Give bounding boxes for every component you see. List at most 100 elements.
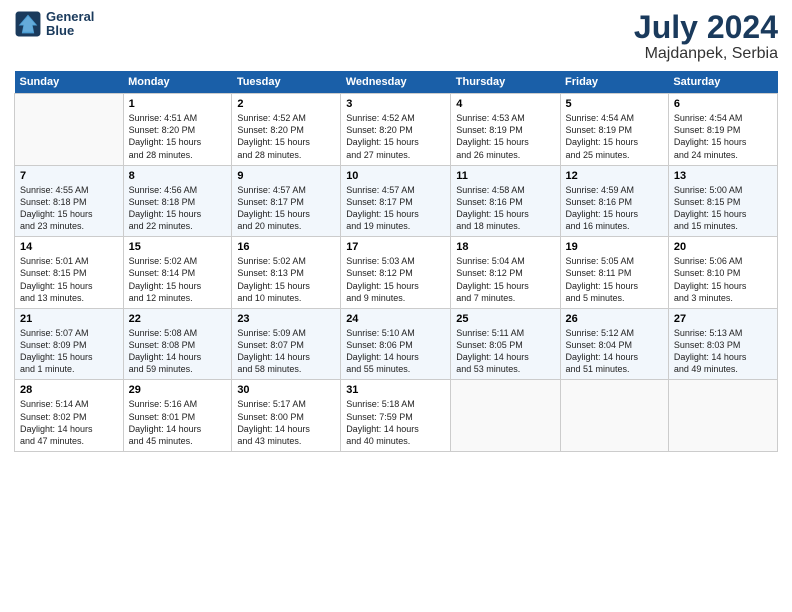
day-number: 26 [566,313,663,325]
day-number: 18 [456,241,554,253]
day-info: Sunrise: 5:13 AM Sunset: 8:03 PM Dayligh… [674,327,772,376]
day-number: 1 [129,98,227,110]
calendar-cell: 16 Sunrise: 5:02 AM Sunset: 8:13 PM Dayli… [232,237,341,309]
calendar-cell: 24 Sunrise: 5:10 AM Sunset: 8:06 PM Dayli… [341,308,451,380]
day-info: Sunrise: 5:09 AM Sunset: 8:07 PM Dayligh… [237,327,335,376]
calendar-cell: 4Sunrise: 4:53 AM Sunset: 8:19 PM Daylig… [451,94,560,166]
weekday-header-monday: Monday [123,71,232,94]
day-number: 30 [237,384,335,396]
day-number: 27 [674,313,772,325]
day-info: Sunrise: 5:07 AM Sunset: 8:09 PM Dayligh… [20,327,118,376]
weekday-header-saturday: Saturday [668,71,777,94]
calendar-week-1: 1 Sunrise: 4:51 AM Sunset: 8:20 PM Daylig… [15,94,778,166]
day-number: 6 [674,98,772,110]
day-number: 10 [346,170,445,182]
calendar-cell: 3 Sunrise: 4:52 AM Sunset: 8:20 PM Daylig… [341,94,451,166]
day-info: Sunrise: 5:11 AM Sunset: 8:05 PM Dayligh… [456,327,554,376]
calendar-cell: 30 Sunrise: 5:17 AM Sunset: 8:00 PM Dayli… [232,380,341,452]
day-number: 17 [346,241,445,253]
weekday-header-wednesday: Wednesday [341,71,451,94]
day-number: 21 [20,313,118,325]
day-number: 5 [566,98,663,110]
calendar-cell: 11Sunrise: 4:58 AM Sunset: 8:16 PM Dayli… [451,165,560,237]
calendar-cell: 7 Sunrise: 4:55 AM Sunset: 8:18 PM Daylig… [15,165,124,237]
day-info: Sunrise: 5:02 AM Sunset: 8:13 PM Dayligh… [237,255,335,304]
day-info: Sunrise: 4:55 AM Sunset: 8:18 PM Dayligh… [20,184,118,233]
calendar-week-2: 7 Sunrise: 4:55 AM Sunset: 8:18 PM Daylig… [15,165,778,237]
day-number: 15 [129,241,227,253]
day-number: 24 [346,313,445,325]
day-info: Sunrise: 5:04 AM Sunset: 8:12 PM Dayligh… [456,255,554,304]
calendar-cell: 20 Sunrise: 5:06 AM Sunset: 8:10 PM Dayli… [668,237,777,309]
calendar-cell: 5 Sunrise: 4:54 AM Sunset: 8:19 PM Daylig… [560,94,668,166]
weekday-header-sunday: Sunday [15,71,124,94]
day-info: Sunrise: 5:00 AM Sunset: 8:15 PM Dayligh… [674,184,772,233]
day-info: Sunrise: 4:52 AM Sunset: 8:20 PM Dayligh… [237,112,335,161]
calendar-cell: 19 Sunrise: 5:05 AM Sunset: 8:11 PM Dayli… [560,237,668,309]
day-info: Sunrise: 5:03 AM Sunset: 8:12 PM Dayligh… [346,255,445,304]
day-number: 7 [20,170,118,182]
day-number: 19 [566,241,663,253]
weekday-header-tuesday: Tuesday [232,71,341,94]
day-number: 31 [346,384,445,396]
calendar-cell: 1 Sunrise: 4:51 AM Sunset: 8:20 PM Daylig… [123,94,232,166]
logo: General Blue [14,10,94,39]
calendar-cell: 29 Sunrise: 5:16 AM Sunset: 8:01 PM Dayli… [123,380,232,452]
day-info: Sunrise: 5:10 AM Sunset: 8:06 PM Dayligh… [346,327,445,376]
day-info: Sunrise: 5:01 AM Sunset: 8:15 PM Dayligh… [20,255,118,304]
day-number: 16 [237,241,335,253]
calendar-cell: 6 Sunrise: 4:54 AM Sunset: 8:19 PM Daylig… [668,94,777,166]
calendar-cell [15,94,124,166]
day-info: Sunrise: 4:57 AM Sunset: 8:17 PM Dayligh… [346,184,445,233]
day-number: 11 [456,170,554,182]
day-number: 29 [129,384,227,396]
calendar-cell: 15 Sunrise: 5:02 AM Sunset: 8:14 PM Dayli… [123,237,232,309]
calendar-cell: 28Sunrise: 5:14 AM Sunset: 8:02 PM Dayli… [15,380,124,452]
day-number: 9 [237,170,335,182]
weekday-header-thursday: Thursday [451,71,560,94]
day-number: 22 [129,313,227,325]
day-info: Sunrise: 5:08 AM Sunset: 8:08 PM Dayligh… [129,327,227,376]
day-number: 2 [237,98,335,110]
day-info: Sunrise: 4:56 AM Sunset: 8:18 PM Dayligh… [129,184,227,233]
day-info: Sunrise: 5:14 AM Sunset: 8:02 PM Dayligh… [20,398,118,447]
calendar-table: SundayMondayTuesdayWednesdayThursdayFrid… [14,71,778,452]
day-number: 3 [346,98,445,110]
calendar-cell: 13 Sunrise: 5:00 AM Sunset: 8:15 PM Dayli… [668,165,777,237]
calendar-cell: 25 Sunrise: 5:11 AM Sunset: 8:05 PM Dayli… [451,308,560,380]
calendar-cell [451,380,560,452]
calendar-cell: 21 Sunrise: 5:07 AM Sunset: 8:09 PM Dayli… [15,308,124,380]
calendar-week-5: 28Sunrise: 5:14 AM Sunset: 8:02 PM Dayli… [15,380,778,452]
day-info: Sunrise: 4:57 AM Sunset: 8:17 PM Dayligh… [237,184,335,233]
title-block: July 2024 Majdanpek, Serbia [634,10,778,63]
calendar-cell: 8 Sunrise: 4:56 AM Sunset: 8:18 PM Daylig… [123,165,232,237]
day-number: 13 [674,170,772,182]
calendar-cell: 17 Sunrise: 5:03 AM Sunset: 8:12 PM Dayli… [341,237,451,309]
calendar-week-3: 14Sunrise: 5:01 AM Sunset: 8:15 PM Dayli… [15,237,778,309]
weekday-header-friday: Friday [560,71,668,94]
logo-icon [14,10,42,38]
day-number: 25 [456,313,554,325]
day-info: Sunrise: 5:05 AM Sunset: 8:11 PM Dayligh… [566,255,663,304]
calendar-week-4: 21 Sunrise: 5:07 AM Sunset: 8:09 PM Dayli… [15,308,778,380]
day-info: Sunrise: 5:06 AM Sunset: 8:10 PM Dayligh… [674,255,772,304]
day-info: Sunrise: 5:12 AM Sunset: 8:04 PM Dayligh… [566,327,663,376]
day-info: Sunrise: 5:16 AM Sunset: 8:01 PM Dayligh… [129,398,227,447]
day-info: Sunrise: 4:51 AM Sunset: 8:20 PM Dayligh… [129,112,227,161]
day-info: Sunrise: 4:52 AM Sunset: 8:20 PM Dayligh… [346,112,445,161]
calendar-cell: 31Sunrise: 5:18 AM Sunset: 7:59 PM Dayli… [341,380,451,452]
calendar-cell: 22 Sunrise: 5:08 AM Sunset: 8:08 PM Dayli… [123,308,232,380]
day-number: 20 [674,241,772,253]
day-info: Sunrise: 4:54 AM Sunset: 8:19 PM Dayligh… [566,112,663,161]
calendar-cell: 23Sunrise: 5:09 AM Sunset: 8:07 PM Dayli… [232,308,341,380]
day-info: Sunrise: 4:59 AM Sunset: 8:16 PM Dayligh… [566,184,663,233]
calendar-cell [560,380,668,452]
calendar-cell: 10 Sunrise: 4:57 AM Sunset: 8:17 PM Dayli… [341,165,451,237]
day-number: 8 [129,170,227,182]
calendar-cell [668,380,777,452]
calendar-cell: 27 Sunrise: 5:13 AM Sunset: 8:03 PM Dayli… [668,308,777,380]
day-info: Sunrise: 4:54 AM Sunset: 8:19 PM Dayligh… [674,112,772,161]
calendar-cell: 14Sunrise: 5:01 AM Sunset: 8:15 PM Dayli… [15,237,124,309]
day-info: Sunrise: 5:17 AM Sunset: 8:00 PM Dayligh… [237,398,335,447]
day-info: Sunrise: 5:02 AM Sunset: 8:14 PM Dayligh… [129,255,227,304]
